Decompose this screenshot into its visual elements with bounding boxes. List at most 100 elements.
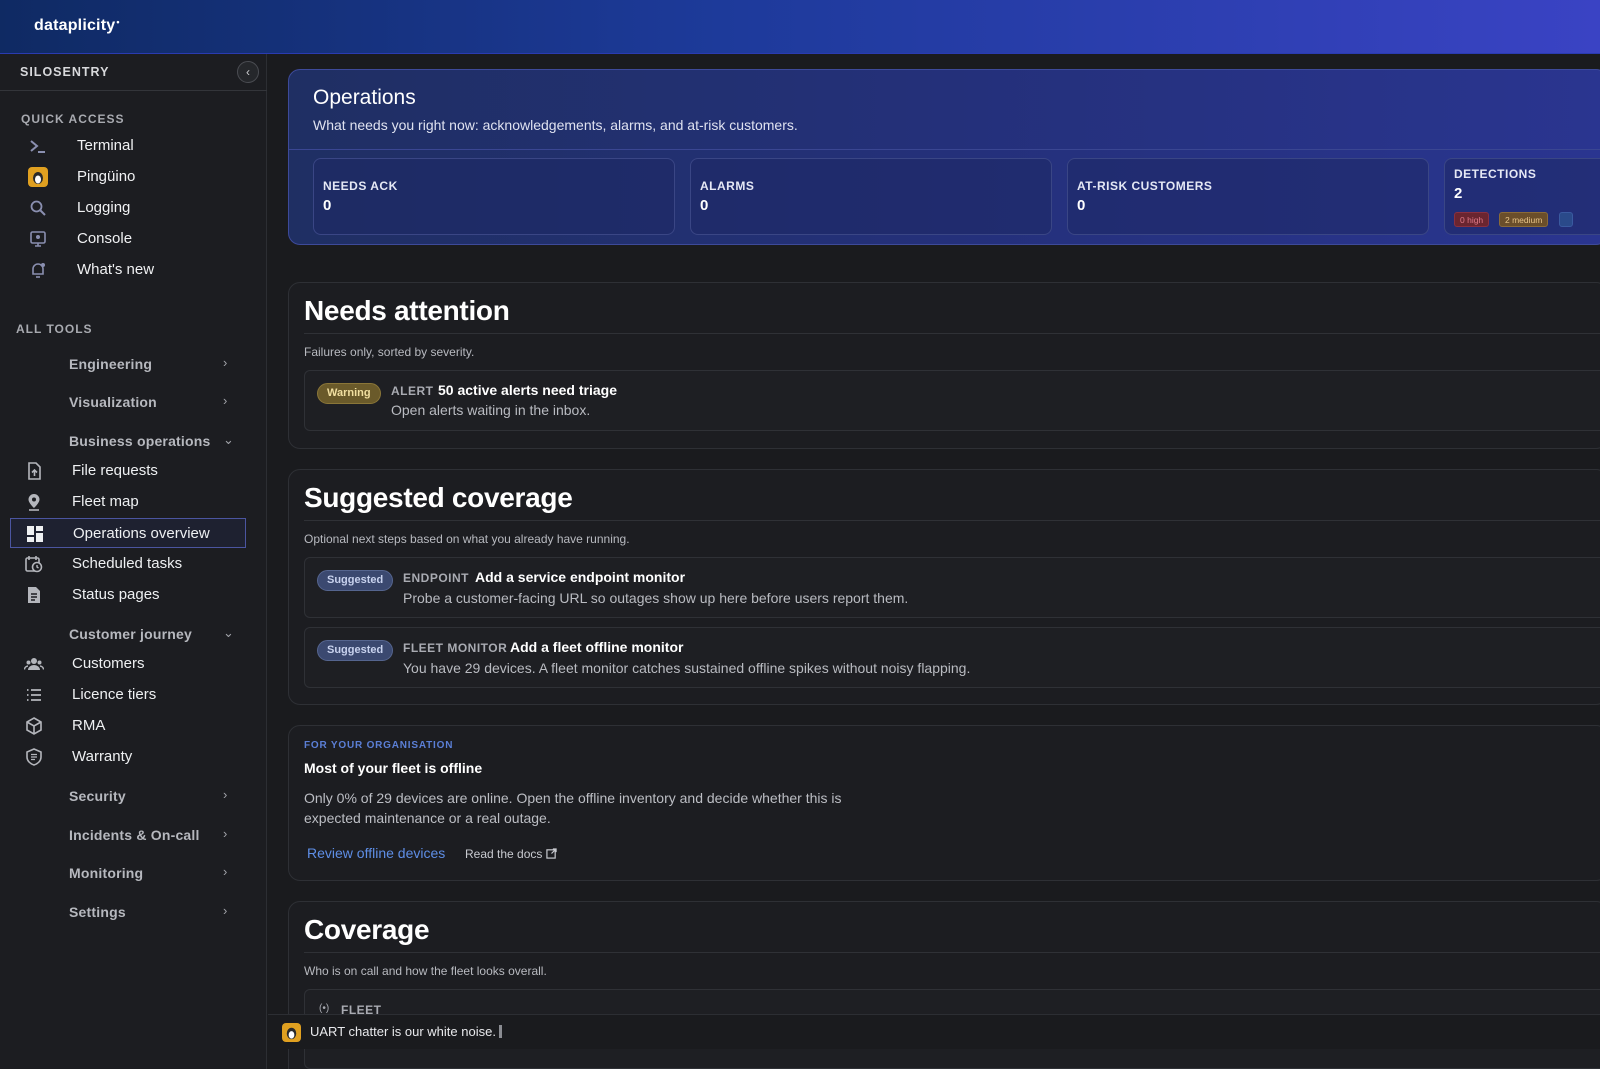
sidebar: SILOSENTRY ‹ QUICK ACCESS Terminal Pingü… <box>0 54 267 1069</box>
group-incidents[interactable]: Incidents & On-call › <box>0 820 260 850</box>
nav-label: Customers <box>72 655 145 672</box>
stat-value: 0 <box>323 197 332 214</box>
group-label: Business operations <box>69 433 211 449</box>
nav-fleet-map[interactable]: Fleet map <box>10 487 246 517</box>
document-icon <box>24 585 44 605</box>
calendar-clock-icon <box>24 554 44 574</box>
nav-label: Status pages <box>72 586 160 603</box>
broadcast-icon: (•) <box>319 1003 330 1014</box>
group-label: Engineering <box>69 356 153 372</box>
detection-low-pill <box>1559 212 1573 227</box>
review-offline-devices-link[interactable]: Review offline devices <box>307 845 445 861</box>
group-security[interactable]: Security › <box>0 781 260 811</box>
text-cursor <box>498 1025 502 1038</box>
divider <box>304 952 1600 953</box>
group-label: Security <box>69 788 126 804</box>
needs-attention-card: Needs attention Failures only, sorted by… <box>288 282 1600 449</box>
collapse-sidebar-button[interactable]: ‹ <box>237 61 259 83</box>
stat-alarms[interactable]: ALARMS 0 <box>690 158 1052 235</box>
item-title: Add a service endpoint monitor <box>475 569 686 585</box>
operations-panel: Operations What needs you right now: ack… <box>288 69 1600 245</box>
group-visualization[interactable]: Visualization › <box>0 387 260 417</box>
detection-medium-pill: 2 medium <box>1499 212 1549 227</box>
nav-customers[interactable]: Customers <box>10 649 246 679</box>
nav-file-requests[interactable]: File requests <box>10 456 246 486</box>
org-header: SILOSENTRY ‹ <box>0 54 267 91</box>
group-customer-journey[interactable]: Customer journey ⌄ <box>0 619 260 649</box>
item-kind: ENDPOINT <box>403 571 470 585</box>
read-docs-label: Read the docs <box>465 847 543 861</box>
suggested-badge: Suggested <box>317 640 394 661</box>
status-message: UART chatter is our white noise. <box>310 1024 502 1039</box>
stat-label: DETECTIONS <box>1454 167 1537 181</box>
nav-scheduled-tasks[interactable]: Scheduled tasks <box>10 549 246 579</box>
external-link-icon <box>546 847 557 861</box>
list-icon <box>24 685 44 705</box>
chevron-right-icon: › <box>223 393 228 408</box>
dashboard-icon <box>25 524 45 544</box>
stat-at-risk-customers[interactable]: AT-RISK CUSTOMERS 0 <box>1067 158 1429 235</box>
quick-access-label: Pingüino <box>77 168 136 185</box>
nav-rma[interactable]: RMA <box>10 711 246 741</box>
attention-item[interactable]: Warning ALERT 50 active alerts need tria… <box>304 370 1600 431</box>
suggestion-item[interactable]: Suggested ENDPOINT Add a service endpoin… <box>304 557 1600 618</box>
divider <box>304 520 1600 521</box>
stat-value: 0 <box>1077 197 1086 214</box>
nav-status-pages[interactable]: Status pages <box>10 580 246 610</box>
divider <box>289 149 1600 150</box>
section-description: Optional next steps based on what you al… <box>304 532 630 546</box>
chevron-right-icon: › <box>223 903 228 918</box>
penguin-icon <box>28 167 48 187</box>
nav-label: Operations overview <box>73 525 210 542</box>
map-pin-icon <box>24 492 44 512</box>
nav-operations-overview[interactable]: Operations overview <box>10 518 246 548</box>
item-title: Add a fleet offline monitor <box>510 639 684 655</box>
item-subtitle: Open alerts waiting in the inbox. <box>391 402 591 418</box>
nav-licence-tiers[interactable]: Licence tiers <box>10 680 246 710</box>
app-logo[interactable]: dataplicity• <box>34 17 120 35</box>
quick-access-logging[interactable]: Logging <box>20 194 260 222</box>
nav-label: Warranty <box>72 748 133 765</box>
stat-value: 0 <box>700 197 709 214</box>
search-icon <box>28 198 48 218</box>
item-title: 50 active alerts need triage <box>438 382 617 398</box>
quick-access-terminal[interactable]: Terminal <box>20 132 260 160</box>
stat-needs-ack[interactable]: NEEDS ACK 0 <box>313 158 675 235</box>
quick-access-label: What's new <box>77 261 155 278</box>
quick-access-console[interactable]: Console <box>20 225 260 253</box>
section-title: Suggested coverage <box>304 482 573 513</box>
chevron-down-icon: ⌄ <box>223 432 234 447</box>
stat-value: 2 <box>1454 185 1463 202</box>
file-upload-icon <box>24 461 44 481</box>
divider <box>304 333 1600 334</box>
stat-detections[interactable]: DETECTIONS 2 0 high 2 medium <box>1444 158 1600 235</box>
suggested-badge: Suggested <box>317 570 394 591</box>
chevron-right-icon: › <box>223 355 228 370</box>
group-engineering[interactable]: Engineering › <box>0 349 260 379</box>
section-title: Coverage <box>304 914 430 945</box>
section-description: Failures only, sorted by severity. <box>304 345 475 359</box>
quick-access-label: Terminal <box>77 137 134 154</box>
nav-label: Fleet map <box>72 493 139 510</box>
page-title: Operations <box>313 86 416 109</box>
read-docs-link[interactable]: Read the docs <box>465 847 557 861</box>
item-kind: ALERT <box>391 384 434 398</box>
terminal-icon <box>28 136 48 156</box>
detection-high-pill: 0 high <box>1454 212 1490 227</box>
nav-label: RMA <box>72 717 106 734</box>
quick-access-heading: QUICK ACCESS <box>21 112 125 126</box>
quick-access-pinguino[interactable]: Pingüino <box>20 163 260 191</box>
stat-label: ALARMS <box>700 179 755 193</box>
quick-access-whats-new[interactable]: What's new <box>20 256 260 284</box>
status-text: UART chatter is our white noise. <box>310 1024 496 1039</box>
group-business-operations[interactable]: Business operations ⌄ <box>0 426 260 456</box>
group-settings[interactable]: Settings › <box>0 897 260 927</box>
item-kind: FLEET MONITOR <box>403 641 508 655</box>
logo-text: dataplicity <box>34 17 116 34</box>
suggestion-item[interactable]: Suggested FLEET MONITOR Add a fleet offl… <box>304 627 1600 688</box>
nav-warranty[interactable]: Warranty <box>10 742 246 772</box>
quick-access-label: Logging <box>77 199 131 216</box>
group-monitoring[interactable]: Monitoring › <box>0 858 260 888</box>
stat-label: AT-RISK CUSTOMERS <box>1077 179 1213 193</box>
logo-mark: • <box>116 17 120 27</box>
